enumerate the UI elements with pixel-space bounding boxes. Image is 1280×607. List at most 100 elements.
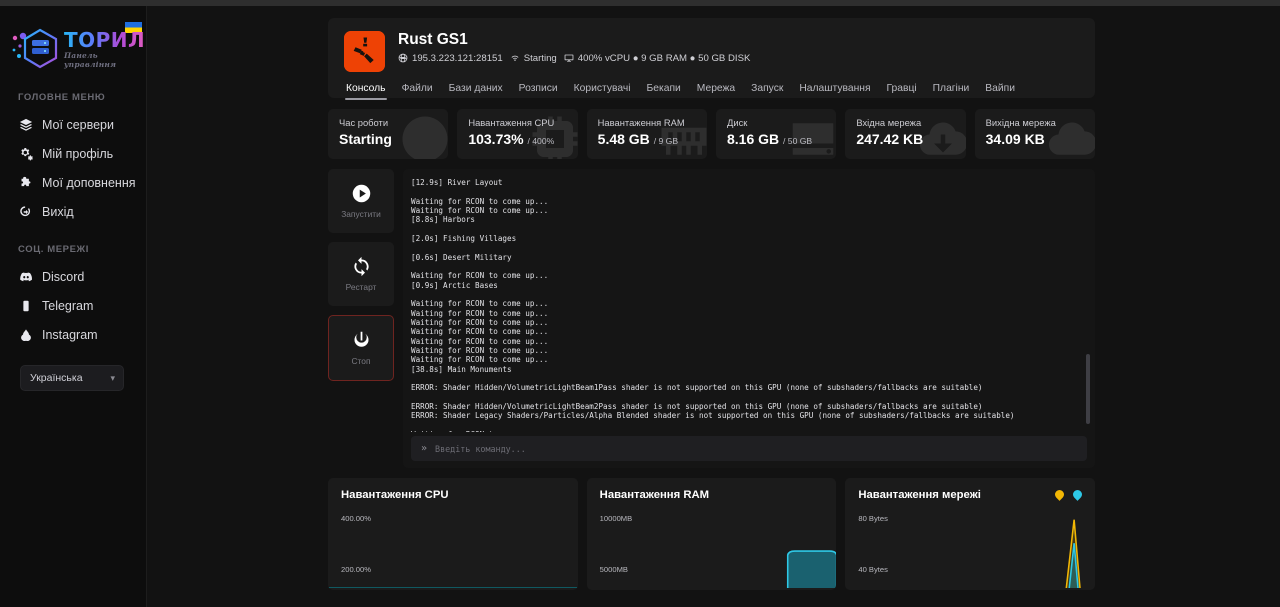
stat-card-disk: Диск 8.16 GB / 50 GB <box>716 109 836 159</box>
stat-sub: / 400% <box>528 136 555 146</box>
chart-ram-usage: Навантаження RAM 10000MB 5000MB <box>587 478 837 590</box>
layers-icon <box>18 117 33 132</box>
discord-icon <box>18 269 33 284</box>
server-status: Starting <box>510 53 557 64</box>
power-icon <box>351 330 372 351</box>
console-command-bar[interactable]: » <box>411 436 1087 461</box>
server-name: Rust GS1 <box>398 31 750 49</box>
monitor-icon <box>564 53 574 63</box>
sidebar-item-label: Мої сервери <box>42 118 114 132</box>
sidebar-item-label: Discord <box>42 270 84 284</box>
tab-databases[interactable]: Бази даних <box>449 83 503 100</box>
console-log-output: [12.9s] River Layout Waiting for RCON to… <box>403 169 1081 432</box>
chart-cpu-usage: Навантаження CPU 400.00% 200.00% <box>328 478 578 590</box>
server-address: 195.3.223.121:28151 <box>398 53 503 64</box>
tab-players[interactable]: Гравці <box>887 83 917 100</box>
server-header-card: Rust GS1 195.3.223.121:28151 Starting <box>328 18 1095 98</box>
stat-value: 103.73% <box>468 131 523 147</box>
sidebar-item-label: Мій профіль <box>42 147 113 161</box>
chart-plot-area <box>328 508 578 588</box>
tab-plugins[interactable]: Плагіни <box>933 83 970 100</box>
stat-card-uptime: Час роботи Starting <box>328 109 448 159</box>
main-content: Rust GS1 195.3.223.121:28151 Starting <box>147 6 1280 607</box>
chart-plot-area <box>587 508 837 588</box>
globe-icon <box>398 53 408 63</box>
stat-card-ram: Навантаження RAM 5.48 GB / 9 GB <box>587 109 707 159</box>
sidebar-item-discord[interactable]: Discord <box>0 262 146 291</box>
start-button-label: Запустити <box>341 209 381 219</box>
sidebar: ТОРИЛ Панель управління ГОЛОВНЕ МЕНЮ Мої… <box>0 6 147 607</box>
console-section: Запустити Рестарт Стоп [12.9s] River Lay… <box>328 169 1095 468</box>
sidebar-item-my-servers[interactable]: Мої сервери <box>0 110 146 139</box>
stat-label: Диск <box>727 117 825 128</box>
logo-subtitle: Панель управління <box>64 51 145 69</box>
tab-files[interactable]: Файли <box>402 83 433 100</box>
sidebar-item-my-profile[interactable]: Мій профіль <box>0 139 146 168</box>
sidebar-item-label: Вихід <box>42 205 74 219</box>
sidebar-section-title-main: ГОЛОВНЕ МЕНЮ <box>0 92 146 103</box>
tab-wipes[interactable]: Вайпи <box>985 83 1015 100</box>
chart-legend <box>1055 490 1082 501</box>
sidebar-item-my-addons[interactable]: Мої доповнення <box>0 168 146 197</box>
sidebar-item-label: Telegram <box>42 299 93 313</box>
console-scrollbar[interactable] <box>1086 178 1090 424</box>
tab-users[interactable]: Користувачі <box>574 83 631 100</box>
chart-title: Навантаження CPU <box>341 489 449 501</box>
server-resources: 400% vCPU ● 9 GB RAM ● 50 GB DISK <box>564 53 751 64</box>
stat-sub: / 9 GB <box>654 136 678 146</box>
brand-logo[interactable]: ТОРИЛ Панель управління <box>0 20 146 72</box>
chart-title: Навантаження RAM <box>600 489 709 501</box>
logo-wordmark: ТОРИЛ <box>64 30 145 50</box>
stat-label: Вхідна мережа <box>856 117 954 128</box>
logout-icon <box>18 204 33 219</box>
stop-button[interactable]: Стоп <box>328 315 394 381</box>
gears-icon <box>18 146 33 161</box>
stat-sub: / 50 GB <box>783 136 812 146</box>
stop-button-label: Стоп <box>352 356 371 366</box>
power-controls: Запустити Рестарт Стоп <box>328 169 394 468</box>
stat-label: Навантаження RAM <box>598 117 696 128</box>
language-selector-value: Українська <box>30 372 83 384</box>
stat-value: Starting <box>339 131 392 147</box>
stat-label: Навантаження CPU <box>468 117 566 128</box>
console-command-input[interactable] <box>435 444 1077 454</box>
start-button[interactable]: Запустити <box>328 169 394 233</box>
tab-settings[interactable]: Налаштування <box>799 83 870 100</box>
sidebar-section-title-social: СОЦ. МЕРЕЖІ <box>0 244 146 255</box>
sidebar-item-logout[interactable]: Вихід <box>0 197 146 226</box>
puzzle-icon <box>18 175 33 190</box>
stat-value: 5.48 GB <box>598 131 650 147</box>
sidebar-item-telegram[interactable]: Telegram <box>0 291 146 320</box>
chevron-down-icon: ▾ <box>110 373 115 384</box>
chart-title: Навантаження мережі <box>858 489 981 501</box>
restart-button[interactable]: Рестарт <box>328 242 394 306</box>
tab-backups[interactable]: Бекапи <box>647 83 681 100</box>
logo-hex-icon <box>10 26 62 72</box>
sidebar-item-label: Мої доповнення <box>42 176 136 190</box>
wifi-icon <box>510 53 520 63</box>
stat-value: 247.42 KB <box>856 131 923 147</box>
stat-card-network-out: Вихідна мережа 34.09 KB <box>975 109 1095 159</box>
play-icon <box>351 183 372 204</box>
stat-label: Вихідна мережа <box>986 117 1084 128</box>
sidebar-item-label: Instagram <box>42 328 98 342</box>
language-selector[interactable]: Українська ▾ <box>20 365 124 391</box>
legend-marker-out[interactable] <box>1073 490 1082 501</box>
sidebar-item-instagram[interactable]: Instagram <box>0 320 146 349</box>
tab-schedules[interactable]: Розписи <box>519 83 558 100</box>
telegram-icon <box>18 298 33 313</box>
stat-card-network-in: Вхідна мережа 247.42 KB <box>845 109 965 159</box>
app-root: ТОРИЛ Панель управління ГОЛОВНЕ МЕНЮ Мої… <box>0 6 1280 607</box>
stat-value: 34.09 KB <box>986 131 1045 147</box>
tab-console[interactable]: Консоль <box>346 83 386 100</box>
tab-network[interactable]: Мережа <box>697 83 735 100</box>
server-tabs: Консоль Файли Бази даних Розписи Користу… <box>344 83 1079 100</box>
legend-marker-in[interactable] <box>1055 490 1064 501</box>
chart-plot-area <box>845 508 1095 588</box>
tab-startup[interactable]: Запуск <box>751 83 783 100</box>
stat-value: 8.16 GB <box>727 131 779 147</box>
console-scrollbar-thumb[interactable] <box>1086 354 1090 424</box>
rust-game-icon <box>344 31 385 72</box>
stats-row: Час роботи Starting Навантаження CPU 103… <box>328 109 1095 159</box>
console-panel: [12.9s] River Layout Waiting for RCON to… <box>403 169 1095 468</box>
